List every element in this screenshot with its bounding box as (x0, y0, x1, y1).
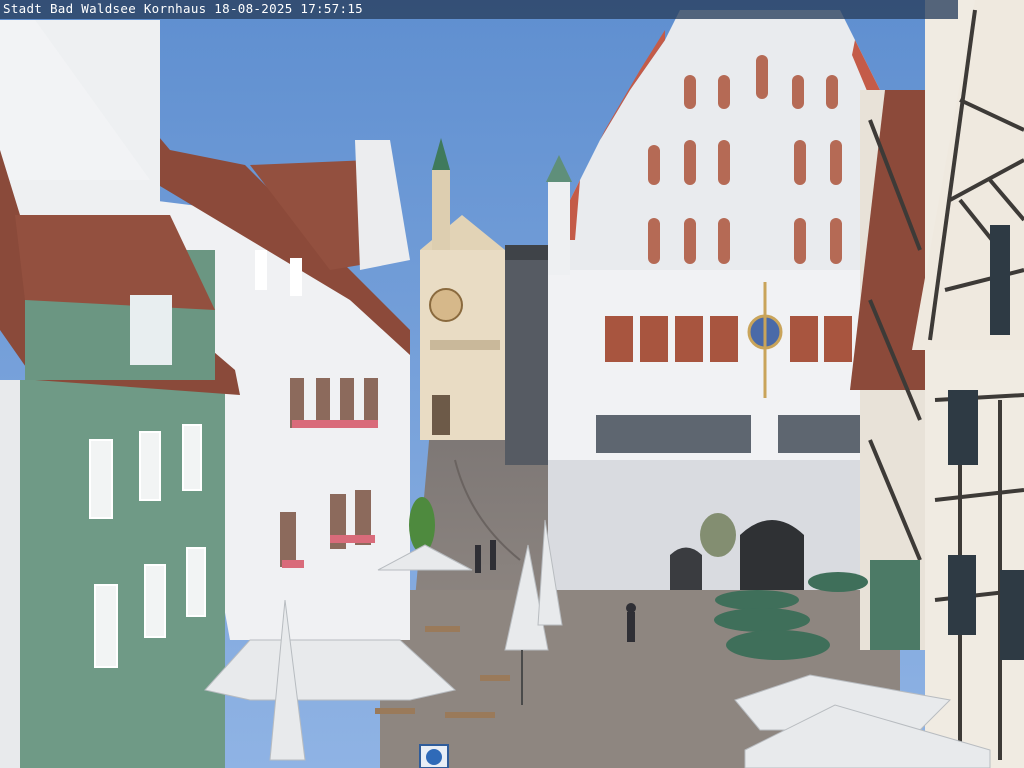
kornhaus-arch (740, 520, 804, 590)
webcam-caption: Stadt Bad Waldsee Kornhaus 18-08-2025 17… (3, 1, 363, 16)
square-tree (700, 513, 736, 557)
webcam-scene (0, 0, 1024, 768)
middle-building (505, 255, 550, 465)
webcam-caption-bar: Stadt Bad Waldsee Kornhaus 18-08-2025 17… (0, 0, 958, 19)
street-tree (409, 497, 435, 553)
